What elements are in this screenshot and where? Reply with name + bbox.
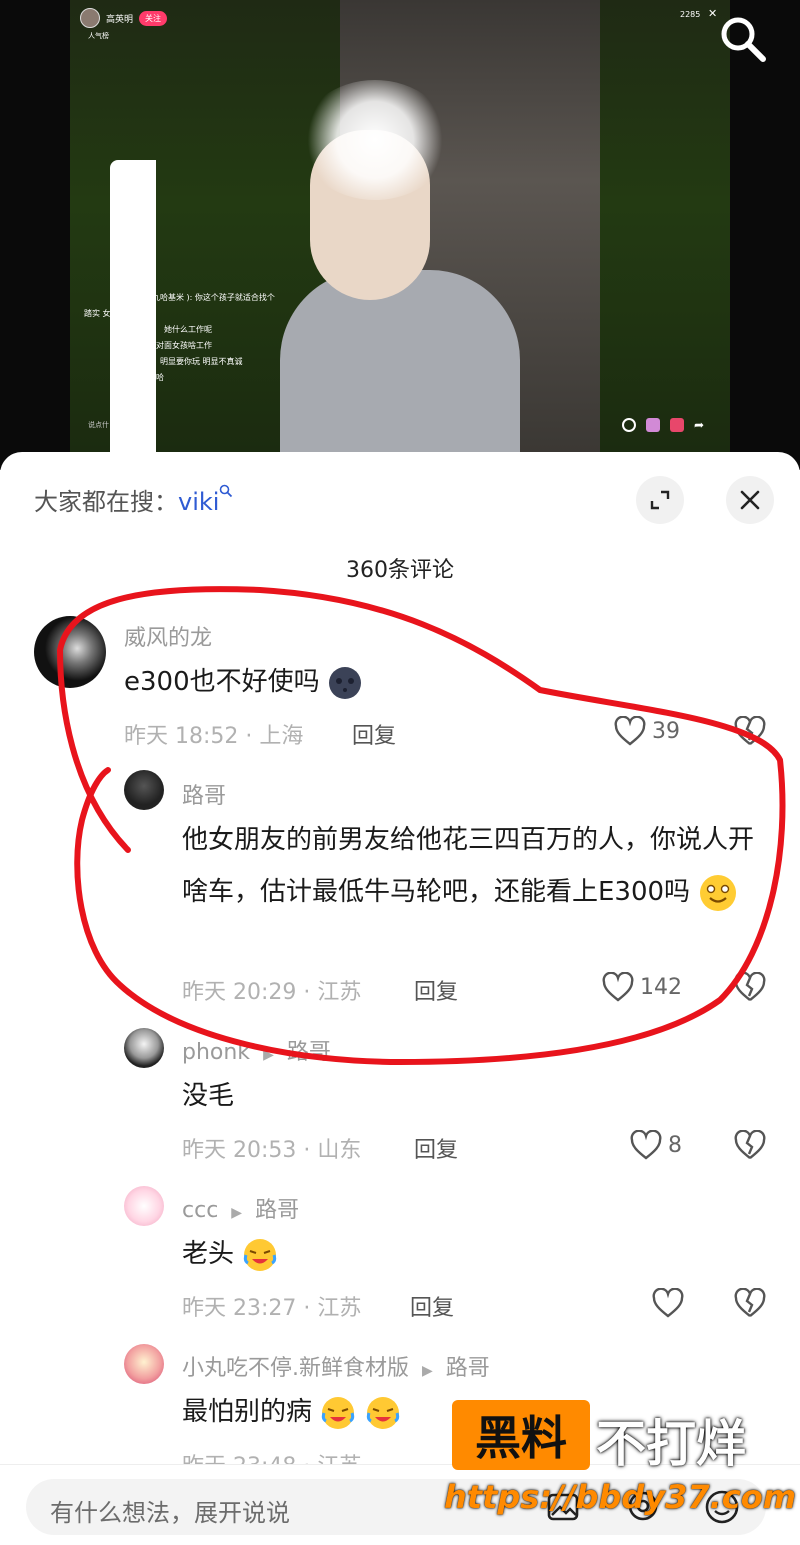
follow-button[interactable]: 关注 — [139, 10, 168, 26]
heart-icon — [652, 1288, 684, 1318]
comment-text: 没毛 — [182, 1070, 234, 1122]
comment-username[interactable]: 路哥 — [182, 778, 226, 810]
comment-username[interactable]: 威风的龙 — [124, 620, 212, 652]
chat-line: 她什么工作呢 — [164, 325, 212, 334]
broken-heart-icon[interactable] — [734, 716, 766, 746]
chat-line: 明显要你玩 明显不真诚 — [160, 357, 243, 366]
comment-text: 他女朋友的前男友给他花三四百万的人，你说人开啥车，估计最低牛马轮吧，还能看上E3… — [182, 814, 762, 918]
crying-laughing-emoji-icon — [322, 1396, 355, 1429]
reply-arrow-icon: ▶ — [263, 1047, 274, 1063]
reply-to-username[interactable]: 路哥 — [446, 1356, 490, 1381]
chat-input[interactable]: 说点什 — [88, 420, 109, 430]
expand-icon — [650, 490, 670, 510]
watermark-url: https://bbdy37.com — [444, 1478, 797, 1516]
comment-body: 最怕别的病 — [182, 1397, 313, 1427]
comment-meta: 昨天 18:52 · 上海 — [124, 724, 304, 749]
comment-username-text[interactable]: ccc — [182, 1198, 218, 1223]
bag-icon[interactable] — [670, 418, 684, 432]
reply-arrow-icon: ▶ — [231, 1205, 243, 1221]
host-avatar[interactable] — [80, 8, 100, 28]
comment-body: 没毛 — [182, 1081, 235, 1111]
comment-sheet: 大家都在搜：viki 360条评论 威风的龙 e300也不好使吗 昨天 18:5… — [0, 452, 800, 1544]
stream-close-button[interactable]: ✕ — [708, 7, 717, 20]
broken-heart-icon[interactable] — [734, 1130, 766, 1160]
comment-body: 他女朋友的前男友给他花三四百万的人，你说人开啥车，估计最低牛马轮吧，还能看上E3… — [182, 825, 755, 907]
reply-button[interactable]: 回复 — [352, 718, 396, 750]
like-button[interactable]: 8 — [630, 1130, 682, 1160]
like-button[interactable]: 142 — [602, 972, 682, 1002]
emoji-icon[interactable] — [622, 418, 636, 432]
viewer-count: 2285 — [680, 10, 701, 19]
search-small-icon — [220, 484, 233, 498]
like-button[interactable] — [652, 1288, 684, 1318]
close-icon — [740, 490, 760, 510]
like-count: 39 — [652, 718, 680, 744]
site-watermark: 黑料 不打烊 https://bbdy37.com — [444, 1400, 796, 1530]
avatar[interactable] — [124, 1028, 164, 1068]
like-count: 8 — [668, 1132, 682, 1158]
expand-button[interactable] — [636, 476, 684, 524]
comment-count: 360条评论 — [346, 558, 454, 583]
comment-meta: 昨天 23:48 · 江苏 — [182, 1448, 361, 1464]
share-icon[interactable]: ➦ — [694, 418, 708, 432]
smiling-face-emoji-icon — [700, 874, 737, 911]
chat-line: 哈 — [156, 373, 164, 382]
reply-to-username[interactable]: 路哥 — [287, 1040, 331, 1065]
trending-search[interactable]: 大家都在搜：viki — [34, 482, 233, 517]
close-button[interactable] — [726, 476, 774, 524]
stream-actions: ➦ — [622, 418, 708, 432]
avatar[interactable] — [124, 1186, 164, 1226]
like-count: 142 — [640, 974, 682, 1000]
broken-heart-icon[interactable] — [734, 1288, 766, 1318]
chat-line: 十九哈基米 ): 你这个孩子就适合找个 — [144, 293, 275, 302]
gift-icon[interactable] — [646, 418, 660, 432]
heart-icon — [602, 972, 634, 1002]
host-name: 高英明 — [106, 14, 134, 25]
comment-username[interactable]: ccc ▶ 路哥 — [182, 1192, 299, 1224]
live-chat: 十九哈基米 ): 你这个孩子就适合找个 踏实 女孩。 她什么工作呢 对面女孩啥工… — [84, 290, 364, 386]
heart-icon — [630, 1130, 662, 1160]
avatar[interactable] — [124, 770, 164, 810]
comment-username-text[interactable]: phonk — [182, 1040, 250, 1065]
host-card[interactable]: 高英明 关注 — [80, 8, 168, 28]
popularity-label[interactable]: 人气榜 — [88, 31, 109, 41]
comment-input-placeholder: 有什么想法，展开说说 — [50, 1499, 290, 1527]
comment-meta: 昨天 20:53 · 山东 — [182, 1138, 362, 1163]
crying-laughing-emoji-icon — [244, 1238, 277, 1271]
watermark-logo-box: 黑料 — [452, 1400, 590, 1470]
comment-meta: 昨天 23:27 · 江苏 — [182, 1296, 362, 1321]
heart-icon — [614, 716, 646, 746]
comment-text: 最怕别的病 — [182, 1386, 401, 1438]
comment-text: 老头 — [182, 1228, 278, 1280]
avatar[interactable] — [124, 1344, 164, 1384]
face-blur — [300, 80, 450, 200]
comment-text: e300也不好使吗 — [124, 656, 362, 708]
search-icon[interactable] — [718, 14, 768, 64]
reply-arrow-icon: ▶ — [422, 1363, 433, 1379]
broken-heart-icon[interactable] — [734, 972, 766, 1002]
trending-search-prefix: 大家都在搜： — [34, 488, 178, 516]
chat-line: 踏实 女孩。 — [84, 309, 127, 318]
like-button[interactable]: 39 — [614, 716, 680, 746]
watermark-logo-text: 不打烊 — [596, 1415, 746, 1473]
comment-body: 老头 — [182, 1239, 235, 1269]
reply-button[interactable]: 回复 — [414, 974, 458, 1006]
crying-laughing-emoji-icon — [366, 1396, 399, 1429]
reply-button[interactable]: 回复 — [410, 1290, 454, 1322]
reply-button[interactable]: 回复 — [414, 1132, 458, 1164]
avatar[interactable] — [34, 616, 106, 688]
chat-line: 对面女孩啥工作 — [156, 341, 212, 350]
comment-username-text[interactable]: 小丸吃不停.新鲜食材版 — [182, 1356, 409, 1381]
comment-body: e300也不好使吗 — [124, 667, 320, 697]
moon-face-emoji-icon — [328, 666, 361, 699]
live-stream-video[interactable]: 高英明 关注 人气榜 2285 ✕ 十九哈基米 ): 你这个孩子就适合找个 踏实… — [0, 0, 800, 470]
comment-username[interactable]: 小丸吃不停.新鲜食材版 ▶ 路哥 — [182, 1350, 490, 1382]
reply-to-username[interactable]: 路哥 — [255, 1198, 299, 1223]
comment-username[interactable]: phonk ▶ 路哥 — [182, 1034, 331, 1066]
comment-meta: 昨天 20:29 · 江苏 — [182, 980, 362, 1005]
trending-search-keyword[interactable]: viki — [178, 488, 219, 516]
